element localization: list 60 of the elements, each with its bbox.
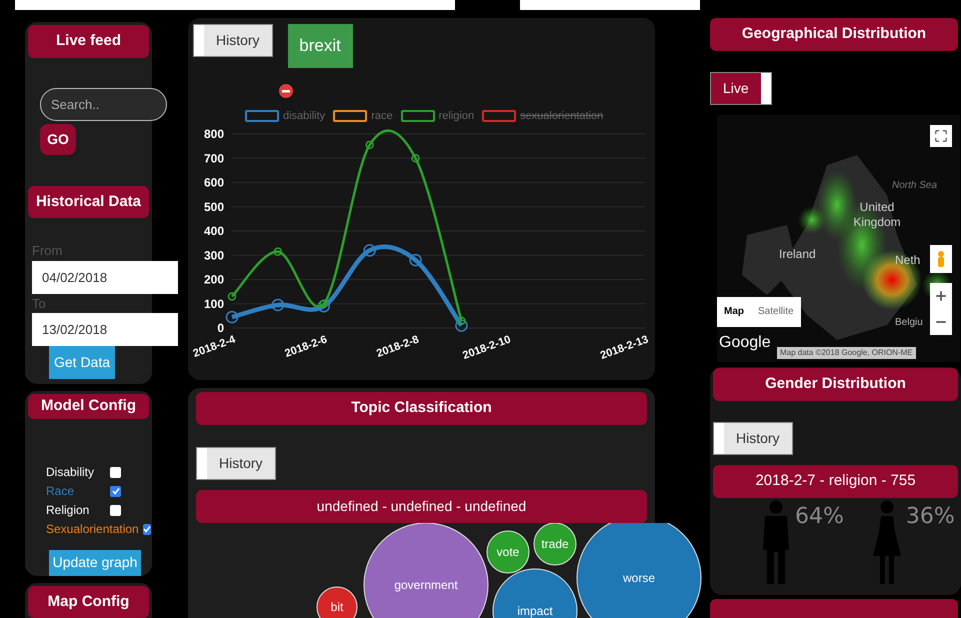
y-tick-label: 400 [204,224,224,238]
point [455,319,468,332]
topic-label: vote [496,545,520,559]
history-toggle[interactable]: History [196,447,276,480]
map-label: Neth [895,252,920,268]
option-label: Race [46,483,76,500]
y-tick-label: 0 [217,321,224,335]
map-type-button[interactable]: Satellite [751,296,801,327]
map-label: United Kingdom [852,200,902,230]
section-header: Historical Data [28,186,149,218]
topic-label: trade [541,537,569,551]
go-button[interactable]: GO [40,124,76,155]
map-logo: Google [719,334,771,351]
y-tick-label: 300 [204,248,224,262]
point [457,316,466,325]
section-header: Live feed [28,25,149,58]
map-view[interactable]: North Sea United Kingdom Ireland Neth Belgiu Map Satellite Google Map data ©2018 Google, ORION-ME [717,114,960,362]
search-field[interactable]: Search.. [40,88,167,121]
point [318,300,330,312]
y-tick-label: 100 [204,296,224,311]
option-label: Religion [46,502,90,520]
history-toggle[interactable]: Live [710,72,772,105]
date-field[interactable]: 04/02/2018 [32,260,178,294]
female-share: 36% [906,502,955,531]
point [411,154,420,162]
date-field[interactable]: 13/02/2018 [32,313,178,346]
map-label: Belgiu [895,316,923,330]
map-attribution: Map data ©2018 Google, ORION-ME [777,346,916,359]
point [272,298,284,312]
option-label: Disability [46,464,96,482]
male-share: 64% [795,502,844,531]
topic-label: worse [623,571,655,585]
y-tick-label: 800 [204,127,224,141]
selection-banner: 2018-2-7 - religion - 755 [713,464,958,498]
map-label: North Sea [892,180,938,192]
section-header: Gender Distribution [713,368,958,401]
section-header: Geographical Distribution [710,18,958,51]
topic-label: government [394,578,458,592]
y-tick-label: 600 [204,176,224,190]
topic-label: bit [330,600,344,614]
point [409,254,422,266]
map-type-button[interactable]: Map [717,296,751,327]
selection-banner: undefined - undefined - undefined [196,490,647,523]
point [274,247,282,256]
history-toggle[interactable]: History [713,422,793,455]
topic-label: impact [517,604,553,618]
y-tick-label: 500 [204,200,224,214]
y-tick-label: 200 [204,272,224,286]
point [363,244,376,257]
y-tick-label: 700 [204,151,224,166]
section-header: Map Config [28,586,149,618]
option-label: Sexualorientation [46,521,139,538]
map-label: Ireland [779,246,816,262]
point [365,140,374,150]
keyword-button[interactable]: brexit [288,24,353,68]
section-header: Model Config [28,394,149,419]
point [226,310,238,324]
history-toggle[interactable]: History [193,24,273,57]
point [228,292,236,301]
section-header: Topic Classification [196,392,647,425]
